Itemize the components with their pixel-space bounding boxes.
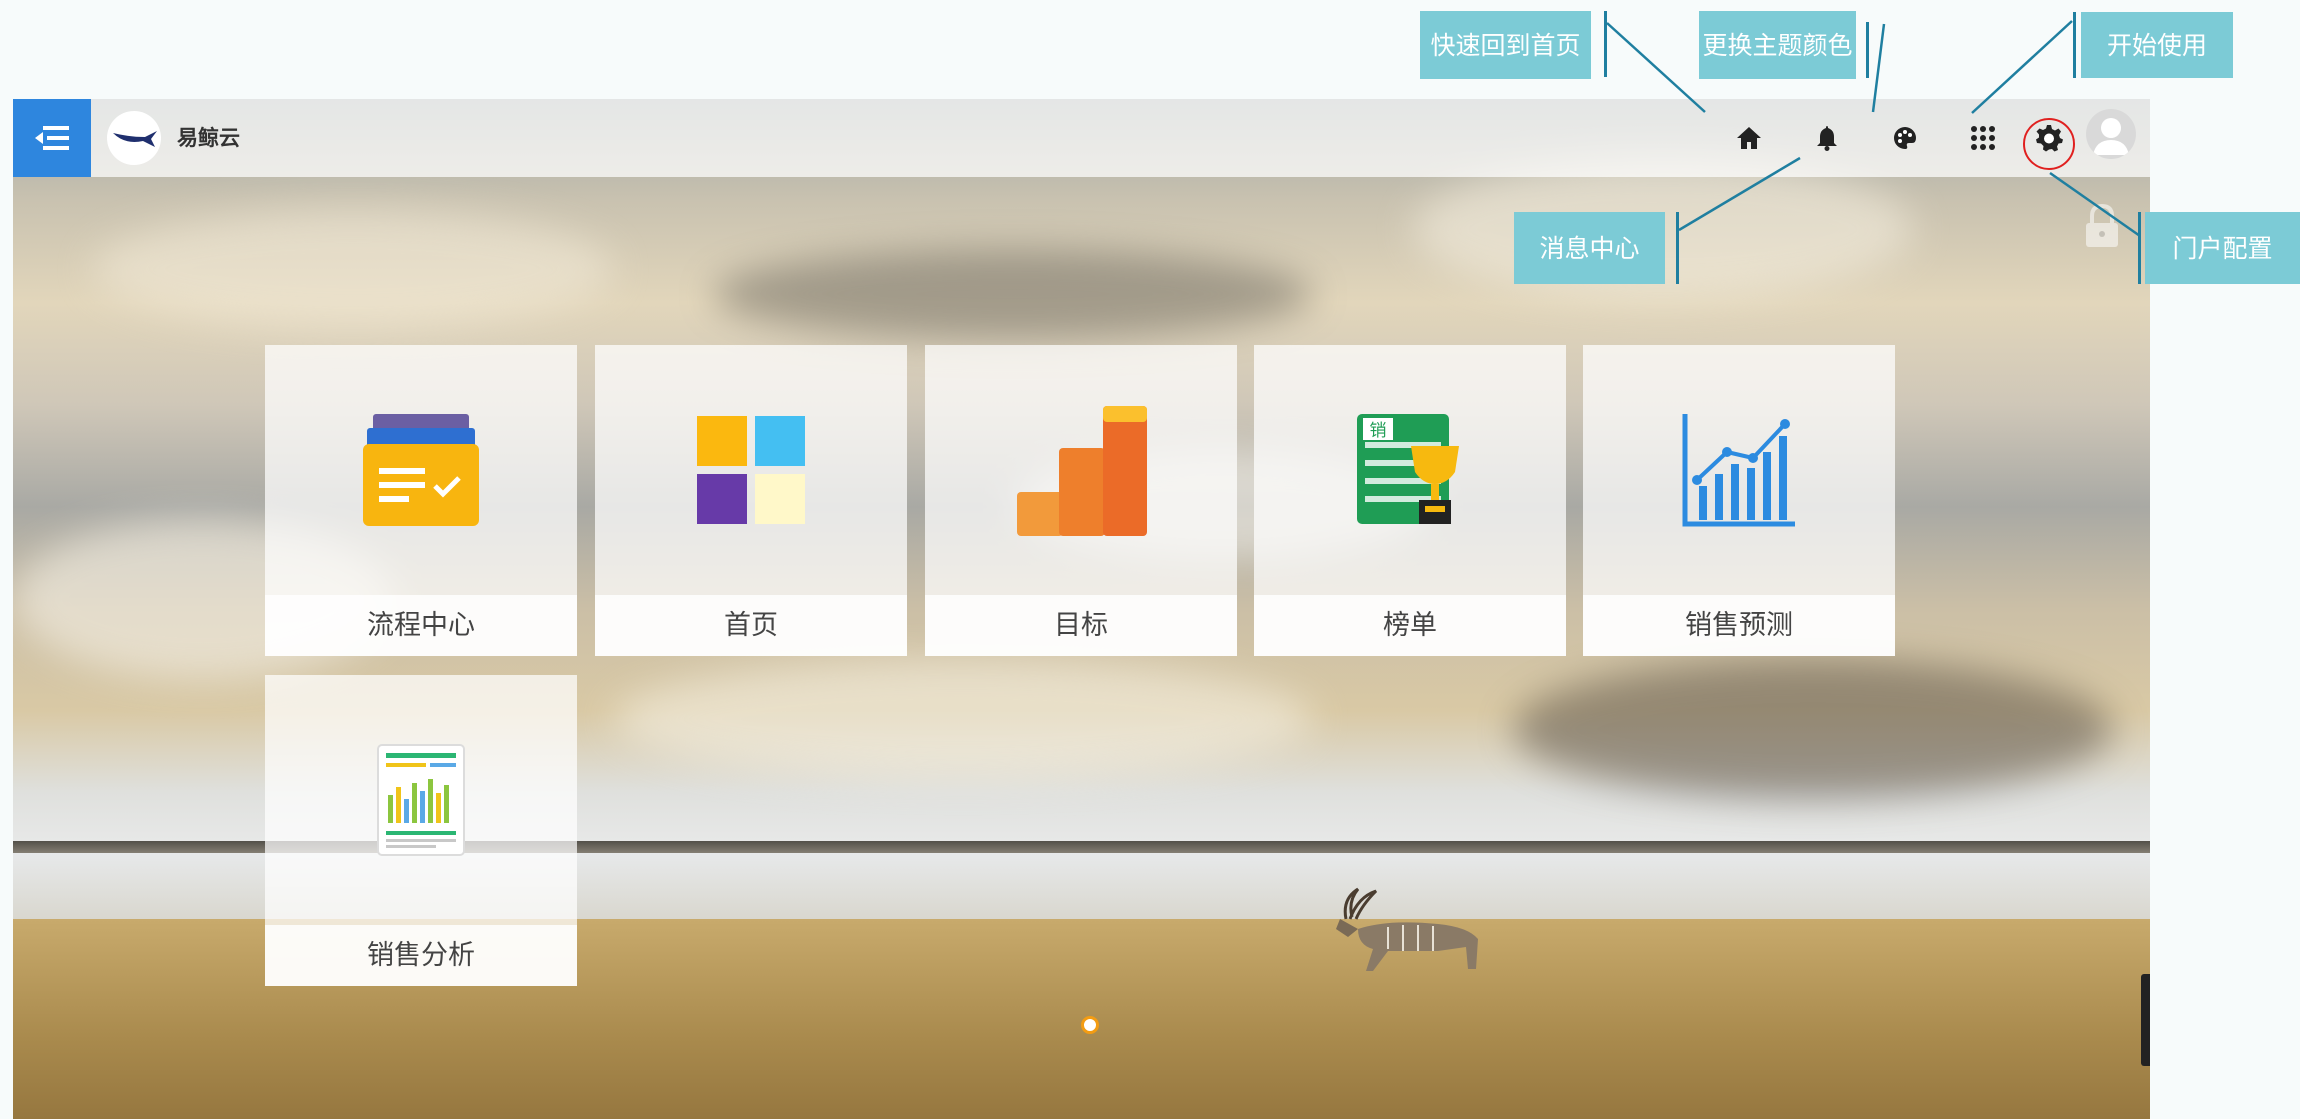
callout-start: 开始使用 <box>2081 12 2233 78</box>
callout-portal: 门户配置 <box>2145 212 2300 284</box>
annotated-screenshot: 易鲸云 流程中心 首页 目标 销 榜单 销售预测 销售分析 快速回到首页 更换主… <box>0 0 2300 1119</box>
callout-bracket <box>1604 11 1607 77</box>
apps-grid-icon <box>1971 126 1995 150</box>
sales-forecast-chart-icon <box>1682 414 1795 527</box>
leaderboard-trophy-icon: 销 <box>1357 414 1459 524</box>
tile-sales-forecast[interactable]: 销售预测 <box>1583 345 1895 656</box>
user-avatar[interactable] <box>2086 109 2136 159</box>
whale-logo-icon <box>113 131 157 147</box>
callout-home: 快速回到首页 <box>1420 11 1591 79</box>
tile-icon-area: 销 <box>1254 345 1566 595</box>
home-icon <box>1737 127 1761 149</box>
target-bars-icon <box>1017 406 1147 536</box>
tile-sales-analysis[interactable]: 销售分析 <box>265 675 577 986</box>
app-title: 易鲸云 <box>177 126 240 150</box>
home-tiles-icon <box>697 416 805 524</box>
menu-toggle-icon <box>35 126 69 150</box>
side-panel-handle[interactable] <box>2141 974 2150 1066</box>
menu-toggle-button[interactable] <box>13 99 91 177</box>
tile-icon-area <box>1583 345 1895 595</box>
pagination-dot[interactable] <box>1081 1016 1099 1034</box>
background-cloud <box>713 249 1313 339</box>
palette-icon <box>1894 127 1916 149</box>
tile-target[interactable]: 目标 <box>925 345 1237 656</box>
tile-home[interactable]: 首页 <box>595 345 907 656</box>
callout-messages: 消息中心 <box>1514 212 1665 284</box>
callout-bracket <box>2138 212 2141 284</box>
tile-icon-area <box>265 675 577 925</box>
bell-icon <box>1817 126 1837 151</box>
callout-bracket <box>1676 212 1679 284</box>
avatar-icon <box>2093 118 2129 155</box>
background-cloud <box>613 659 1313 779</box>
svg-text:销: 销 <box>1370 421 1387 441</box>
home-button[interactable] <box>1730 119 1768 157</box>
portal-window: 易鲸云 流程中心 首页 目标 销 榜单 销售预测 销售分析 <box>13 99 2150 1119</box>
lock-icon[interactable] <box>2083 203 2121 249</box>
callout-bracket <box>1866 22 1869 78</box>
tile-label: 榜单 <box>1254 595 1566 656</box>
gear-icon <box>2036 125 2063 152</box>
tile-label: 销售预测 <box>1583 595 1895 656</box>
apps-button[interactable] <box>1964 119 2002 157</box>
app-logo[interactable] <box>107 111 161 165</box>
tile-label: 销售分析 <box>265 925 577 986</box>
callout-bracket <box>2073 12 2076 78</box>
background-cloud <box>93 209 613 329</box>
sales-analysis-report-icon <box>377 744 465 856</box>
tile-label: 首页 <box>595 595 907 656</box>
tile-icon-area <box>265 345 577 595</box>
tile-label: 流程中心 <box>265 595 577 656</box>
tile-process-center[interactable]: 流程中心 <box>265 345 577 656</box>
theme-color-button[interactable] <box>1886 119 1924 157</box>
tile-icon-area <box>925 345 1237 595</box>
portal-settings-button[interactable] <box>2030 119 2068 157</box>
process-center-icon <box>363 414 479 526</box>
tile-label: 目标 <box>925 595 1237 656</box>
callout-theme: 更换主题颜色 <box>1699 11 1856 79</box>
notifications-button[interactable] <box>1808 119 1846 157</box>
background-cloud <box>1513 659 2113 799</box>
tile-leaderboard[interactable]: 销 榜单 <box>1254 345 1566 656</box>
kudu-antelope-image <box>1336 887 1478 971</box>
tile-icon-area <box>595 345 907 595</box>
top-navbar: 易鲸云 <box>13 99 2150 177</box>
